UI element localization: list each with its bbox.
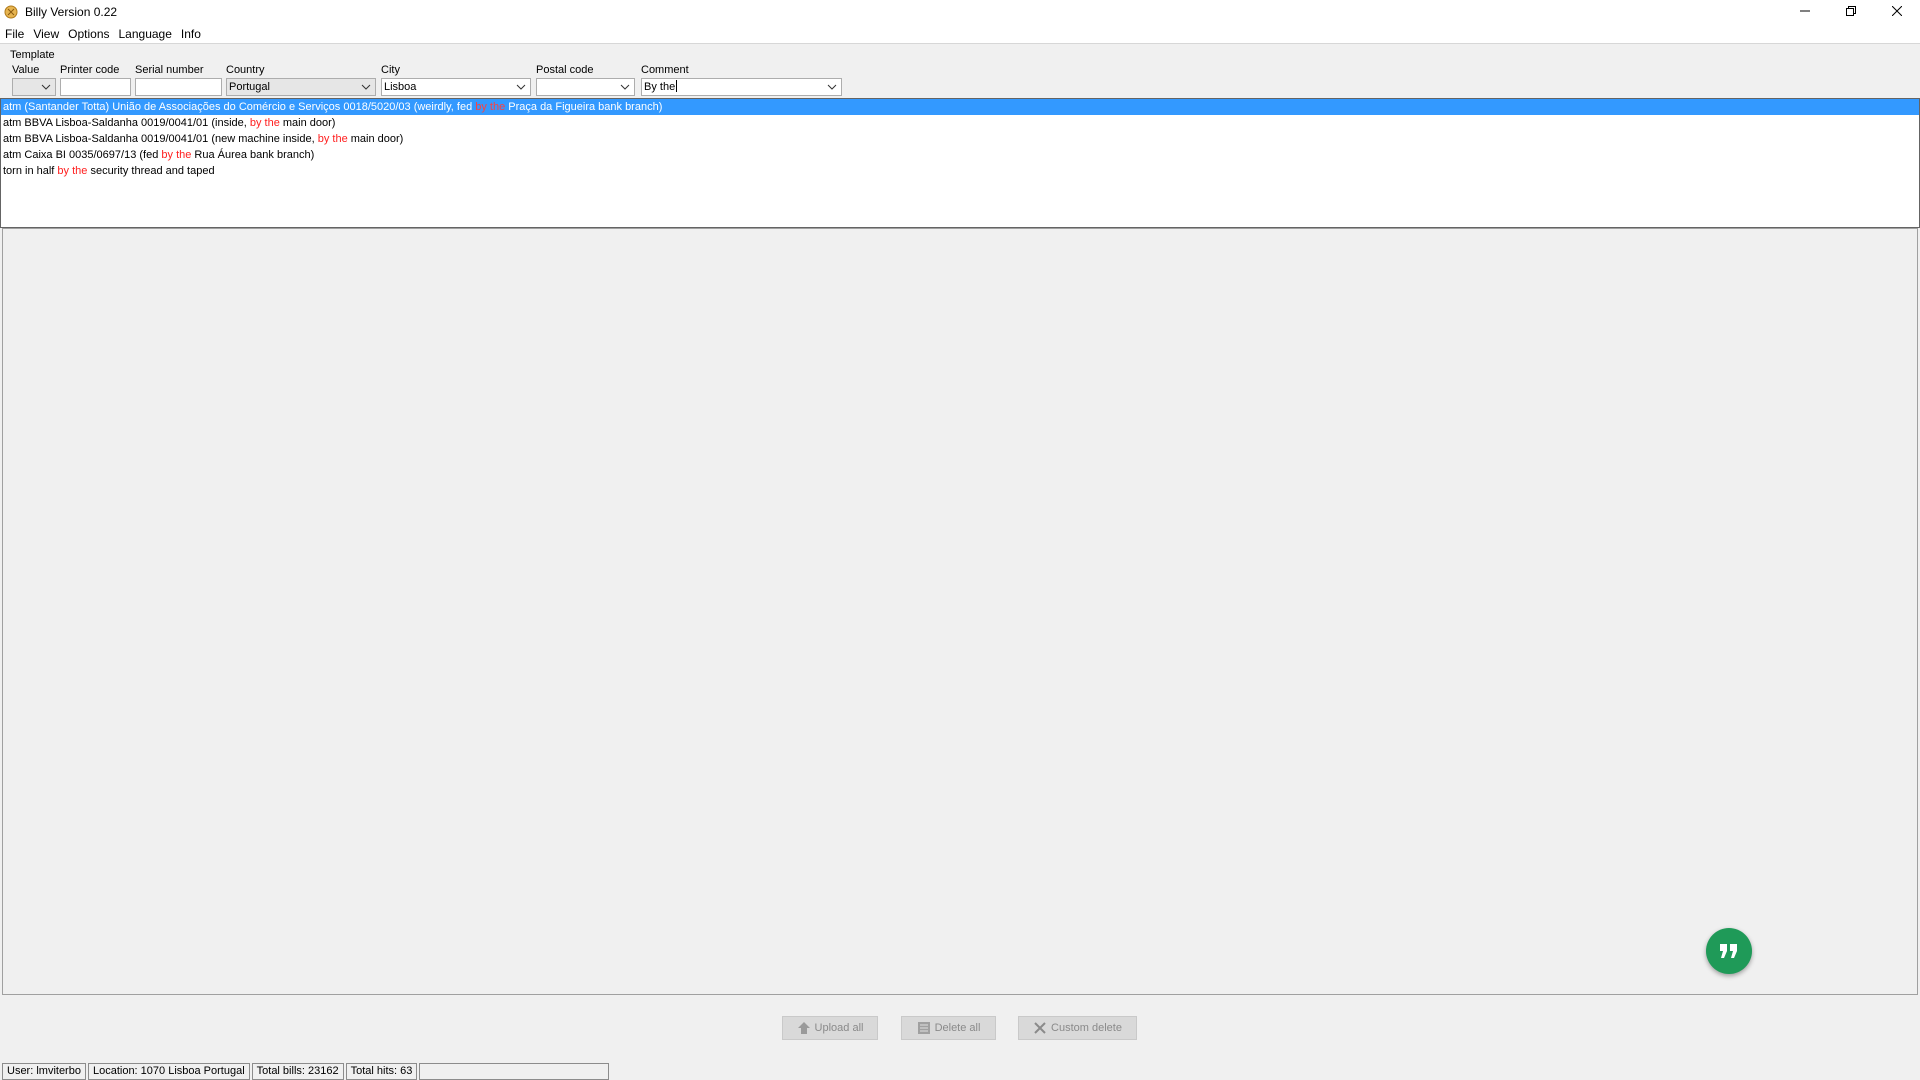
- menu-options[interactable]: Options: [64, 27, 113, 41]
- suggestion-text: atm Caixa BI 0035/0697/13 (fed: [3, 149, 162, 161]
- main-content-panel: [2, 228, 1918, 995]
- template-title: Template: [10, 49, 55, 61]
- restore-button[interactable]: [1828, 0, 1874, 22]
- menu-file[interactable]: File: [1, 27, 28, 41]
- suggestion-item[interactable]: torn in half by the security thread and …: [1, 163, 1919, 179]
- printer-code-input[interactable]: [60, 78, 131, 96]
- status-user: User: lmviterbo: [2, 1062, 86, 1080]
- city-label: City: [381, 64, 400, 76]
- restore-icon: [1846, 6, 1856, 16]
- menu-info[interactable]: Info: [177, 27, 205, 41]
- suggestion-match: by the: [57, 165, 88, 177]
- suggestion-match: by the: [475, 101, 506, 113]
- suggestion-text: Praça da Figueira bank branch): [505, 101, 663, 113]
- chevron-down-icon: [361, 84, 371, 90]
- comment-combobox[interactable]: By the: [641, 78, 842, 96]
- delete-all-button[interactable]: Delete all: [901, 1016, 996, 1040]
- upload-icon: [797, 1022, 810, 1034]
- quote-fab-button[interactable]: [1706, 928, 1752, 974]
- suggestion-item[interactable]: atm Caixa BI 0035/0697/13 (fed by the Ru…: [1, 147, 1919, 163]
- window-controls: [1782, 0, 1920, 24]
- country-select[interactable]: Portugal: [226, 78, 376, 96]
- printer-code-label: Printer code: [60, 64, 120, 76]
- country-label: Country: [226, 64, 265, 76]
- value-label: Value: [12, 64, 40, 76]
- suggestion-text: torn in half: [3, 165, 58, 177]
- chevron-down-icon: [620, 84, 630, 90]
- app-window: Billy Version 0.22 File View Options Lan…: [0, 0, 1920, 1080]
- suggestion-text: main door): [347, 133, 404, 145]
- billy-app-icon: [4, 5, 18, 19]
- suggestion-item[interactable]: atm (Santander Totta) União de Associaçõ…: [1, 99, 1919, 115]
- status-total-hits: Total hits: 63: [345, 1062, 418, 1080]
- suggestion-item[interactable]: atm BBVA Lisboa-Saldanha 0019/0041/01 (n…: [1, 131, 1919, 147]
- quote-icon: [1720, 944, 1737, 958]
- postal-code-select[interactable]: [536, 78, 635, 96]
- suggestion-text: atm BBVA Lisboa-Saldanha 0019/0041/01 (n…: [3, 133, 318, 145]
- delete-all-label: Delete all: [934, 1022, 981, 1034]
- status-bar: User: lmviterbo Location: 1070 Lisboa Po…: [0, 1062, 1920, 1080]
- suggestion-text: atm (Santander Totta) União de Associaçõ…: [3, 101, 476, 113]
- status-location: Location: 1070 Lisboa Portugal: [87, 1062, 250, 1080]
- suggestion-text: Rua Áurea bank branch): [191, 149, 315, 161]
- upload-all-button[interactable]: Upload all: [782, 1016, 878, 1040]
- x-icon: [1034, 1022, 1046, 1034]
- postal-code-label: Postal code: [536, 64, 594, 76]
- suggestion-match: by the: [317, 133, 348, 145]
- suggestion-item[interactable]: atm BBVA Lisboa-Saldanha 0019/0041/01 (i…: [1, 115, 1919, 131]
- custom-delete-label: Custom delete: [1051, 1022, 1122, 1034]
- upload-all-label: Upload all: [814, 1022, 864, 1034]
- city-value: Lisboa: [384, 81, 417, 93]
- serial-number-input[interactable]: [135, 78, 222, 96]
- minimize-icon: [1800, 10, 1810, 12]
- serial-number-label: Serial number: [135, 64, 204, 76]
- close-button[interactable]: [1874, 0, 1920, 22]
- suggestion-match: by the: [249, 117, 280, 129]
- menu-view[interactable]: View: [29, 27, 63, 41]
- menu-bar: File View Options Language Info: [0, 24, 1920, 44]
- text-caret: [676, 80, 678, 92]
- menu-language[interactable]: Language: [115, 27, 176, 41]
- comment-suggestion-list[interactable]: atm (Santander Totta) União de Associaçõ…: [0, 98, 1920, 228]
- delete-list-icon: [917, 1022, 930, 1034]
- value-select[interactable]: [12, 78, 56, 96]
- close-icon: [1892, 6, 1902, 16]
- comment-label: Comment: [641, 64, 689, 76]
- status-empty: [419, 1062, 610, 1080]
- title-bar: Billy Version 0.22: [0, 0, 1920, 24]
- window-title: Billy Version 0.22: [25, 5, 118, 19]
- country-value: Portugal: [229, 81, 270, 93]
- city-select[interactable]: Lisboa: [381, 78, 531, 96]
- minimize-button[interactable]: [1782, 0, 1828, 22]
- chevron-down-icon: [41, 84, 51, 90]
- comment-value: By the: [644, 81, 676, 93]
- status-total-bills: Total bills: 23162: [251, 1062, 344, 1080]
- suggestion-text: main door): [279, 117, 336, 129]
- suggestion-text: security thread and taped: [87, 165, 215, 177]
- suggestion-text: atm BBVA Lisboa-Saldanha 0019/0041/01 (i…: [3, 117, 250, 129]
- custom-delete-button[interactable]: Custom delete: [1018, 1016, 1137, 1040]
- suggestion-match: by the: [161, 149, 192, 161]
- template-group: Template Value Printer code Serial numbe…: [0, 44, 1920, 98]
- chevron-down-icon: [516, 84, 526, 90]
- chevron-down-icon: [827, 84, 837, 90]
